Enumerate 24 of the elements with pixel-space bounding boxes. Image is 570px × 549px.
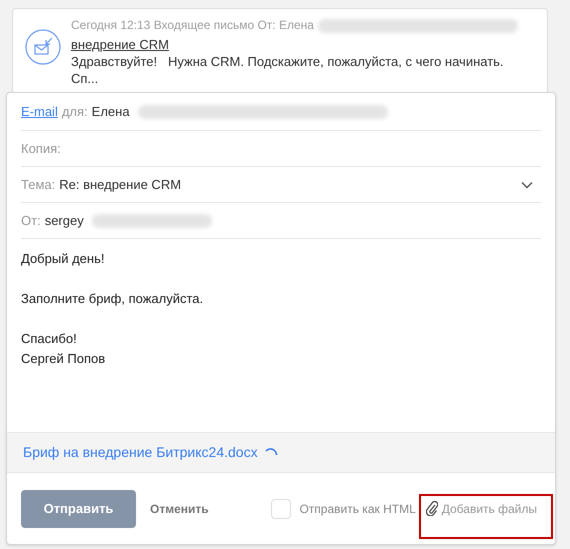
body-line: Добрый день! bbox=[21, 250, 104, 268]
cc-label: Копия: bbox=[21, 140, 61, 158]
from-label: От: bbox=[21, 212, 41, 230]
body-line: Заполните бриф, пожалуйста. bbox=[21, 290, 204, 308]
send-button[interactable]: Отправить bbox=[21, 490, 136, 528]
message-preview: Здравствуйте! Нужна CRM. Подскажите, пожалуйста, с чего начинать. Сп... bbox=[71, 53, 505, 87]
body-line: Сергей Попов bbox=[21, 350, 106, 368]
add-files-button[interactable]: Добавить файлы bbox=[426, 500, 537, 518]
chevron-down-icon[interactable] bbox=[521, 180, 533, 188]
sender-email: sergey bbox=[44, 212, 84, 230]
recipient-name: Елена bbox=[92, 102, 130, 121]
message-meta: Сегодня 12:13 Входящее письмо От: Елена bbox=[71, 17, 314, 34]
subject-link[interactable]: внедрение CRM bbox=[71, 36, 169, 53]
attachment-link[interactable]: Бриф на внедрение Битрикс24.docx bbox=[23, 442, 258, 463]
incoming-mail-icon bbox=[25, 29, 61, 65]
html-checkbox[interactable]: Отправить как HTML bbox=[271, 498, 416, 518]
email-link[interactable]: E-mail bbox=[21, 102, 58, 122]
message-body[interactable]: Добрый день! Заполните бриф, пожалуйста. Спасибо! Сергей Попов bbox=[7, 239, 555, 432]
paperclip-icon bbox=[426, 501, 438, 516]
subject-label: Тема: bbox=[21, 176, 56, 194]
to-label: для: bbox=[62, 102, 88, 121]
subject-value: Re: внедрение CRM bbox=[59, 176, 182, 194]
cancel-button[interactable]: Отменить bbox=[150, 500, 209, 518]
body-line: Спасибо! bbox=[21, 330, 77, 348]
